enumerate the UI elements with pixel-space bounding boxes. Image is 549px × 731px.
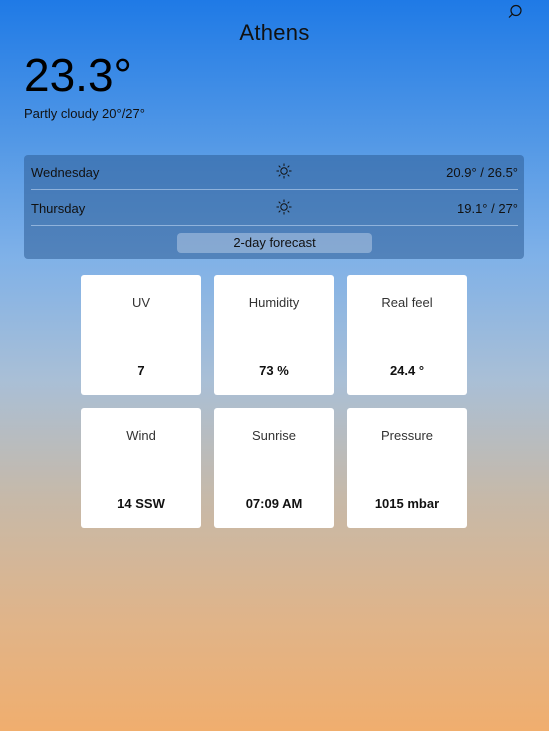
current-temperature: 23.3° (24, 49, 132, 101)
tile-value: 7 (137, 363, 145, 378)
tile-humidity: Humidity 73 % (214, 275, 334, 395)
tile-label: Wind (126, 428, 156, 443)
forecast-range: 20.9° / 26.5° (446, 165, 518, 180)
tile-label: Pressure (380, 428, 434, 443)
tile-value: 1015 mbar (374, 496, 440, 511)
tile-pressure: Pressure 1015 mbar (347, 408, 467, 528)
forecast-day: Thursday (31, 201, 86, 216)
tile-label: UV (131, 295, 151, 310)
tile-label: Humidity (248, 295, 300, 310)
tile-value: 73 % (259, 363, 289, 378)
current-condition: Partly cloudy 20°/27° (24, 106, 145, 121)
forecast-range: 19.1° / 27° (457, 201, 518, 216)
city-name: Athens (239, 20, 310, 45)
forecast-day: Wednesday (31, 165, 100, 180)
tile-value: 14 SSW (117, 496, 165, 511)
search-button[interactable] (508, 3, 526, 21)
forecast-divider (31, 225, 518, 226)
tile-label: Real feel (381, 295, 433, 310)
two-day-forecast-button[interactable]: 2-day forecast (177, 233, 372, 253)
tile-sunrise: Sunrise 07:09 AM (214, 408, 334, 528)
forecast-divider (31, 189, 518, 190)
tile-uv: UV 7 (81, 275, 201, 395)
tile-value: 07:09 AM (245, 496, 303, 511)
forecast-row-wednesday: Wednesday 20.9° / 26.5° (31, 155, 518, 189)
tile-wind: Wind 14 SSW (81, 408, 201, 528)
tile-label: Sunrise (251, 428, 297, 443)
tile-value: 24.4 ° (389, 363, 425, 378)
tile-real-feel: Real feel 24.4 ° (347, 275, 467, 395)
sun-icon (276, 163, 292, 179)
sun-icon (276, 199, 292, 215)
search-icon (508, 4, 522, 18)
forecast-row-thursday: Thursday 19.1° / 27° (31, 191, 518, 225)
forecast-panel: Wednesday 20.9° / 26.5° Thursday 19.1° /… (24, 155, 524, 259)
